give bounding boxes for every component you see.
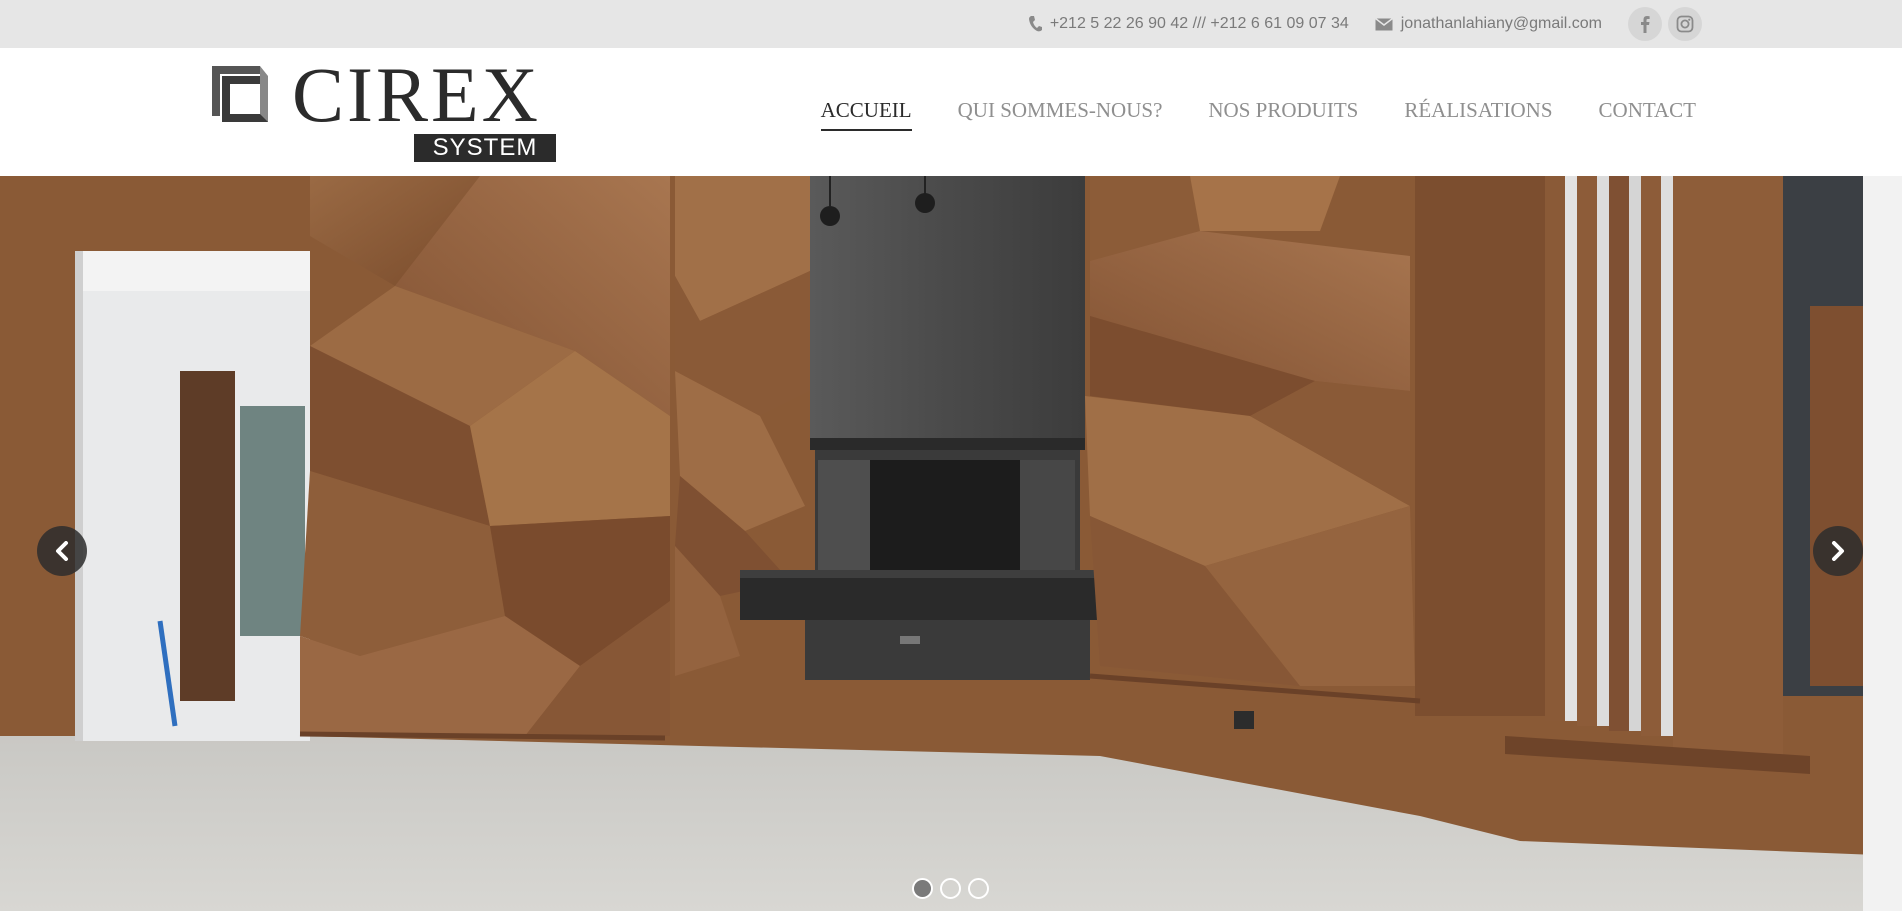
chevron-left-icon — [56, 541, 68, 561]
mail-icon — [1374, 17, 1393, 31]
phone-contact[interactable]: +212 5 22 26 90 42 /// +212 6 61 09 07 3… — [1028, 15, 1349, 33]
nav-item-qui-sommes-nous[interactable]: QUI SOMMES-NOUS? — [958, 98, 1163, 131]
logo-subtitle: SYSTEM — [414, 134, 556, 162]
site-header: CIREX SYSTEM ACCUEIL QUI SOMMES-NOUS? NO… — [0, 48, 1902, 176]
top-contact-bar: +212 5 22 26 90 42 /// +212 6 61 09 07 3… — [0, 0, 1902, 48]
main-navigation: ACCUEIL QUI SOMMES-NOUS? NOS PRODUITS RÉ… — [820, 98, 1696, 131]
slider-dot-1[interactable] — [912, 878, 933, 899]
slider-dot-3[interactable] — [968, 878, 989, 899]
hero-slide-image — [0, 176, 1902, 911]
phone-text: +212 5 22 26 90 42 /// +212 6 61 09 07 3… — [1049, 15, 1349, 32]
nav-item-nos-produits[interactable]: NOS PRODUITS — [1208, 98, 1358, 131]
phone-icon — [1028, 15, 1042, 33]
contact-info: +212 5 22 26 90 42 /// +212 6 61 09 07 3… — [1028, 0, 1702, 48]
instagram-icon[interactable] — [1668, 7, 1702, 41]
cirex-logo[interactable]: CIREX SYSTEM — [210, 56, 560, 162]
nav-item-realisations[interactable]: RÉALISATIONS — [1404, 98, 1552, 131]
slider-prev-button[interactable] — [37, 526, 87, 576]
hero-slider — [0, 176, 1902, 911]
social-links — [1628, 7, 1702, 41]
logo-wordmark: CIREX — [292, 51, 541, 138]
nav-item-accueil[interactable]: ACCUEIL — [820, 98, 912, 131]
slider-dot-2[interactable] — [940, 878, 961, 899]
slider-next-button[interactable] — [1813, 526, 1863, 576]
facebook-icon[interactable] — [1628, 7, 1662, 41]
slider-pagination — [912, 878, 989, 899]
chevron-right-icon — [1832, 541, 1844, 561]
email-contact[interactable]: jonathanlahiany@gmail.com — [1374, 15, 1602, 33]
nav-item-contact[interactable]: CONTACT — [1599, 98, 1696, 131]
logo-mark-icon — [212, 66, 268, 122]
email-text: jonathanlahiany@gmail.com — [1400, 15, 1602, 32]
